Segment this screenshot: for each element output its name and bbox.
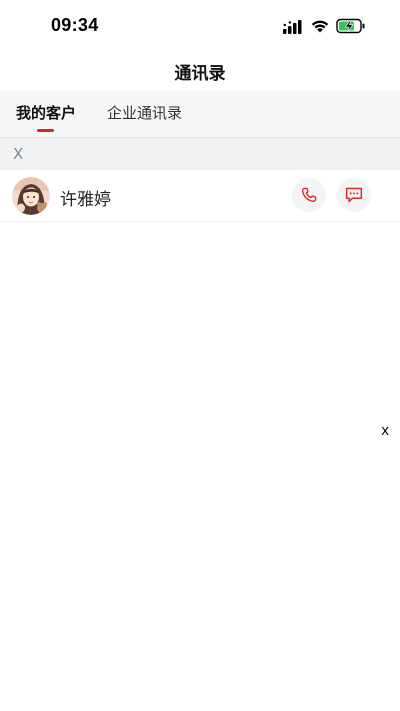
active-tab-indicator <box>37 129 54 132</box>
avatar-image <box>12 177 50 215</box>
phone-icon <box>302 187 317 202</box>
index-section-header: X <box>0 138 400 170</box>
message-button[interactable] <box>337 178 371 212</box>
status-bar: 09:34 <box>0 0 400 54</box>
battery-charging-icon <box>336 18 365 34</box>
index-letter: X <box>13 145 24 163</box>
call-button[interactable] <box>292 178 326 212</box>
nav-bar: 通讯录 <box>0 54 400 90</box>
tab-my-customers[interactable]: 我的客户 <box>16 102 76 123</box>
contact-name: 许雅婷 <box>60 190 111 210</box>
contact-row[interactable]: 许雅婷 <box>0 171 400 222</box>
avatar[interactable] <box>12 177 50 215</box>
wifi-icon <box>311 20 329 33</box>
status-time: 09:34 <box>51 15 99 35</box>
tab-bar: 我的客户 企业通讯录 <box>0 91 400 138</box>
signal-icon <box>283 20 302 34</box>
side-index-letter[interactable]: x <box>381 423 389 439</box>
screen: 09:34 通讯录 我的客户 企业通讯录 X 许雅婷 x <box>0 0 400 711</box>
message-icon <box>345 187 363 203</box>
page-title: 通讯录 <box>174 64 226 84</box>
tab-enterprise-directory[interactable]: 企业通讯录 <box>107 102 182 123</box>
